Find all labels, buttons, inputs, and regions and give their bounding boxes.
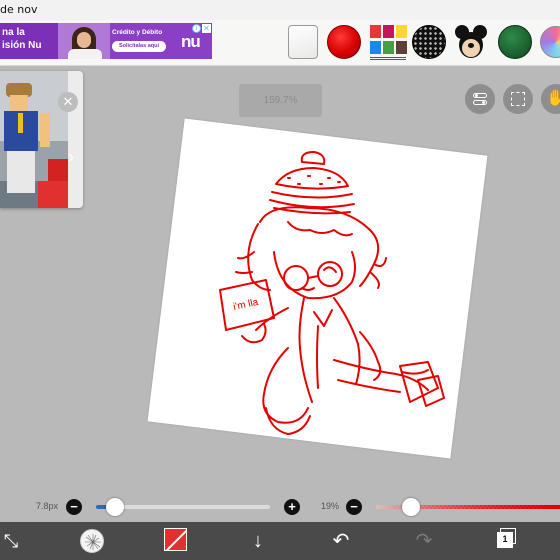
color-palette-button[interactable] [368,23,407,60]
multicolor-ball-icon [540,26,560,58]
dot-pattern-button[interactable] [410,23,446,59]
opacity-thumb[interactable] [401,498,420,516]
ad-line1: na la [2,27,25,38]
ad-tagline: Crédito y Débito [112,29,163,36]
toggle-button[interactable] [465,84,495,114]
reference-next-icon[interactable]: › [63,145,79,169]
green-circle-button[interactable] [496,23,532,59]
ad-line2: isión Nu [2,40,42,51]
brush-size-increase-button[interactable]: + [284,499,300,515]
redo-icon[interactable]: ↷ [413,522,435,560]
download-icon[interactable]: ↓ [247,522,269,560]
palette-swatch [396,41,407,54]
hand-icon: ✋ [546,90,560,107]
mickey-button[interactable] [452,23,488,59]
reference-close-icon[interactable]: ✕ [58,92,78,112]
color-palette-icon [370,25,407,55]
green-circle-icon [498,25,532,59]
dot-pattern-icon [412,25,446,59]
top-toolbar: na la isión Nu Crédito y Débito Solicíta… [0,20,560,66]
white-paper-icon [288,25,318,59]
undo-icon[interactable]: ↶ [330,522,352,560]
brush-picker-button[interactable] [80,529,104,553]
selection-button[interactable] [503,84,533,114]
transform-icon[interactable]: ⤡ [0,522,22,560]
ad-info-icon[interactable]: i [192,24,201,33]
drawing-canvas[interactable] [147,118,488,459]
status-time: de nov [0,3,38,16]
white-paper-button[interactable] [286,23,322,59]
opacity-value: 19% [321,501,340,511]
layer-count: 1 [497,532,513,548]
palette-underline [370,57,406,60]
ad-brand-logo: nu [181,32,201,51]
ad-cta-button[interactable]: Solicítalas aquí [112,41,166,52]
palette-swatch [383,41,394,54]
brush-texture-icon [85,534,101,550]
palette-swatch [383,25,394,38]
ad-close-icon[interactable]: ✕ [202,24,211,33]
status-bar: de nov [0,0,560,20]
brush-settings-row: 7.8px − + 19% − [0,494,560,520]
selection-icon [511,92,525,106]
red-circle-button[interactable] [327,23,363,59]
palette-swatch [370,41,381,54]
reference-window[interactable]: ✕ › [0,71,83,208]
brush-size-decrease-button[interactable]: − [66,499,82,515]
hand-button[interactable]: ✋ [541,84,560,114]
reference-red-block-2 [38,181,68,208]
layers-button[interactable]: 1 [497,528,519,550]
zoom-label: 159.7% [239,84,322,117]
opacity-decrease-button[interactable]: − [346,499,362,515]
ad-banner[interactable]: na la isión Nu Crédito y Débito Solicíta… [0,23,212,59]
multicolor-ball-button[interactable] [538,23,560,59]
brush-size-thumb[interactable] [105,498,124,516]
palette-swatch [396,25,407,38]
ad-photo [58,23,110,59]
brush-size-value: 7.8px [36,501,59,511]
current-color-swatch[interactable] [164,528,187,551]
palette-swatch [370,25,381,38]
red-circle-icon [327,25,361,59]
